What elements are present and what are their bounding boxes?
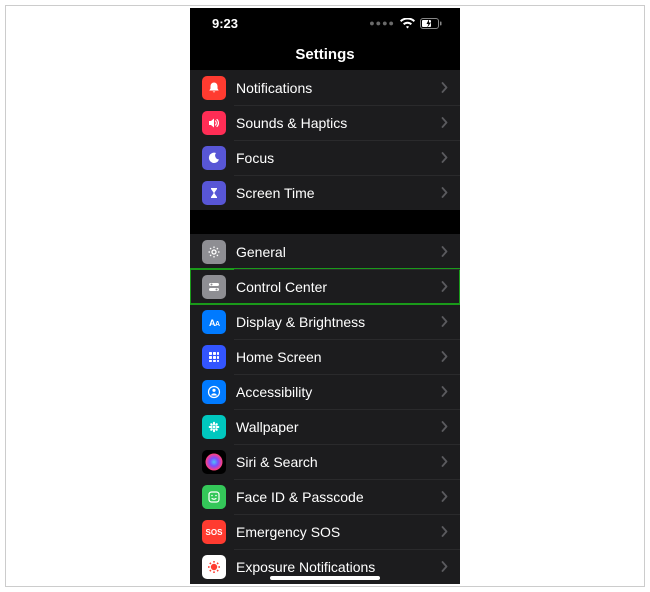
image-frame: 9:23 ●●●● Settings Notifications Sounds &… (5, 5, 645, 587)
cellular-dots-icon: ●●●● (369, 18, 395, 28)
speaker-icon (202, 111, 226, 135)
row-label: Home Screen (236, 349, 441, 365)
home-indicator[interactable] (270, 576, 380, 580)
header: Settings (190, 38, 460, 70)
sos-icon: SOS (202, 520, 226, 544)
gear-icon (202, 240, 226, 264)
settings-row-wallpaper[interactable]: Wallpaper (190, 409, 460, 444)
settings-row-accessibility[interactable]: Accessibility (190, 374, 460, 409)
siri-icon (202, 450, 226, 474)
settings-group: Notifications Sounds & Haptics Focus Screen… (190, 70, 460, 210)
chevron-right-icon (441, 246, 448, 257)
chevron-right-icon (441, 351, 448, 362)
battery-charging-icon (420, 18, 442, 29)
wifi-icon (400, 18, 415, 29)
settings-row-sounds-haptics[interactable]: Sounds & Haptics (190, 105, 460, 140)
row-label: Wallpaper (236, 419, 441, 435)
row-label: Display & Brightness (236, 314, 441, 330)
settings-row-face-id-passcode[interactable]: Face ID & Passcode (190, 479, 460, 514)
chevron-right-icon (441, 82, 448, 93)
flower-icon (202, 415, 226, 439)
chevron-right-icon (441, 561, 448, 572)
row-label: Emergency SOS (236, 524, 441, 540)
settings-row-emergency-sos[interactable]: SOS Emergency SOS (190, 514, 460, 549)
settings-row-general[interactable]: General (190, 234, 460, 269)
person-icon (202, 380, 226, 404)
settings-row-focus[interactable]: Focus (190, 140, 460, 175)
settings-row-control-center[interactable]: Control Center (190, 269, 460, 304)
moon-icon (202, 146, 226, 170)
chevron-right-icon (441, 117, 448, 128)
status-time: 9:23 (212, 16, 238, 31)
row-label: Control Center (236, 279, 441, 295)
svg-text:SOS: SOS (206, 528, 224, 537)
chevron-right-icon (441, 456, 448, 467)
chevron-right-icon (441, 421, 448, 432)
phone-screen: 9:23 ●●●● Settings Notifications Sounds &… (190, 8, 460, 584)
svg-text:A: A (215, 321, 220, 328)
settings-row-notifications[interactable]: Notifications (190, 70, 460, 105)
page-title: Settings (295, 46, 354, 63)
row-label: Notifications (236, 80, 441, 96)
chevron-right-icon (441, 491, 448, 502)
settings-group: General Control Center AA Display & Brightn… (190, 234, 460, 584)
chevron-right-icon (441, 386, 448, 397)
row-label: Sounds & Haptics (236, 115, 441, 131)
settings-list[interactable]: Notifications Sounds & Haptics Focus Screen… (190, 70, 460, 584)
aa-icon: AA (202, 310, 226, 334)
chevron-right-icon (441, 281, 448, 292)
bell-icon (202, 76, 226, 100)
status-bar: 9:23 ●●●● (190, 8, 460, 38)
row-label: Focus (236, 150, 441, 166)
row-label: Accessibility (236, 384, 441, 400)
face-icon (202, 485, 226, 509)
grid-icon (202, 345, 226, 369)
hourglass-icon (202, 181, 226, 205)
chevron-right-icon (441, 316, 448, 327)
row-label: Screen Time (236, 185, 441, 201)
row-label: Siri & Search (236, 454, 441, 470)
chevron-right-icon (441, 526, 448, 537)
row-label: Face ID & Passcode (236, 489, 441, 505)
toggles-icon (202, 275, 226, 299)
row-label: Exposure Notifications (236, 559, 441, 575)
settings-row-home-screen[interactable]: Home Screen (190, 339, 460, 374)
exposure-icon (202, 555, 226, 579)
settings-row-screen-time[interactable]: Screen Time (190, 175, 460, 210)
chevron-right-icon (441, 187, 448, 198)
settings-row-display-brightness[interactable]: AA Display & Brightness (190, 304, 460, 339)
status-right: ●●●● (369, 18, 442, 29)
settings-row-siri-search[interactable]: Siri & Search (190, 444, 460, 479)
chevron-right-icon (441, 152, 448, 163)
row-label: General (236, 244, 441, 260)
